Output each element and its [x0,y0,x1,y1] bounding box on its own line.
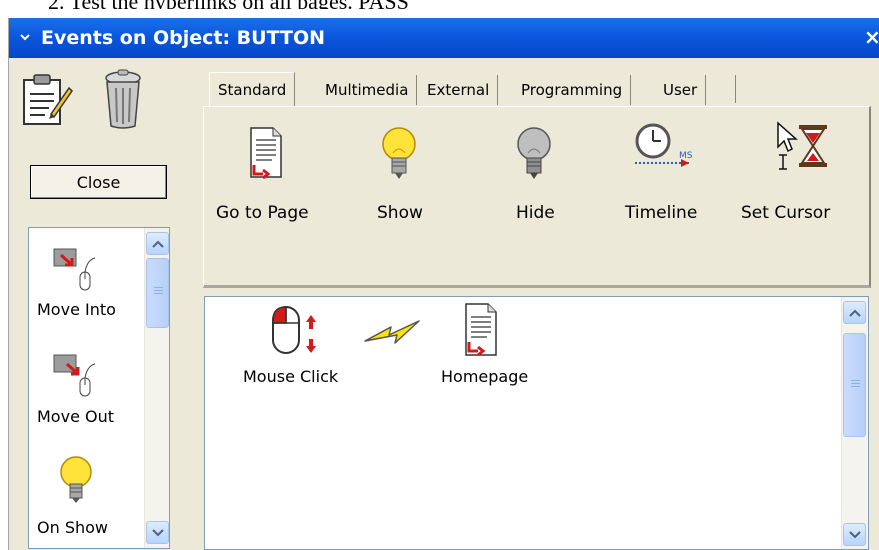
events-dialog: Events on Object: BUTTON × Close Move In… [8,18,879,550]
close-icon[interactable]: × [864,24,879,50]
event-label: Move Out [37,407,114,426]
action-label: Hide [516,203,555,223]
scroll-thumb[interactable] [146,258,169,328]
standard-actions-panel: Go to Page Show Hide MS Timeline Set Cur… [203,106,871,288]
event-label: Move Into [37,300,116,319]
tab-standard[interactable]: Standard [209,72,296,106]
chevron-down-icon[interactable] [19,31,33,45]
trash-icon[interactable] [101,68,145,130]
target-homepage[interactable]: Homepage [437,301,547,391]
move-out-icon [53,352,96,400]
event-label: On Show [37,518,108,537]
action-set-cursor[interactable]: Set Cursor [739,107,869,257]
clock-timeline-icon: MS [631,123,701,177]
target-label: Homepage [441,367,529,386]
tab-external[interactable]: External [419,75,499,105]
trigger-mouse-click[interactable]: Mouse Click [243,301,363,391]
event-type-list: Move Into Move Out On Show [28,227,170,549]
mouse-click-icon [269,301,327,363]
scroll-up-button[interactable] [843,301,866,324]
action-hide[interactable]: Hide [484,107,574,257]
action-show[interactable]: Show [359,107,449,257]
scroll-down-button[interactable] [146,521,169,544]
tab-multimedia[interactable]: Multimedia [317,75,418,105]
lightbulb-off-icon [514,125,554,185]
lightbulb-on-icon [53,450,95,503]
scroll-thumb[interactable] [843,333,866,437]
list-item-move-out[interactable]: Move Out [29,352,139,452]
action-go-to-page[interactable]: Go to Page [204,107,334,257]
action-label: Set Cursor [741,203,831,223]
close-button[interactable]: Close [30,165,167,199]
lightning-bolt-icon [363,315,425,355]
event-canvas: Mouse Click Homepage [204,296,869,550]
scroll-down-button[interactable] [843,523,866,546]
page-link-icon [463,301,499,361]
cursor-hourglass-icon [775,121,831,177]
action-label: Go to Page [216,203,309,223]
action-timeline[interactable]: MS Timeline [609,107,719,257]
list-item-on-show[interactable]: On Show [29,450,139,548]
svg-text:MS: MS [679,151,693,161]
page-link-icon [248,127,284,183]
trigger-label: Mouse Click [243,367,339,386]
event-list-scrollbar[interactable] [144,228,169,548]
document-line: 2. Test the hyperlinks on all pages. PAS… [48,0,409,9]
title-bar: Events on Object: BUTTON × [9,18,879,58]
document-text-fragment: 2. Test the hyperlinks on all pages. PAS… [0,0,879,9]
scroll-up-button[interactable] [146,232,169,255]
move-into-icon [53,246,96,294]
notepad-edit-icon[interactable] [21,70,73,128]
tab-user[interactable]: User [655,75,707,105]
tab-programming[interactable]: Programming [513,75,632,105]
window-title: Events on Object: BUTTON [41,27,326,49]
lightbulb-on-icon [379,125,419,185]
list-item-move-into[interactable]: Move Into [29,246,139,346]
canvas-scrollbar[interactable] [841,297,868,549]
action-label: Show [377,203,423,223]
action-label: Timeline [625,203,698,223]
